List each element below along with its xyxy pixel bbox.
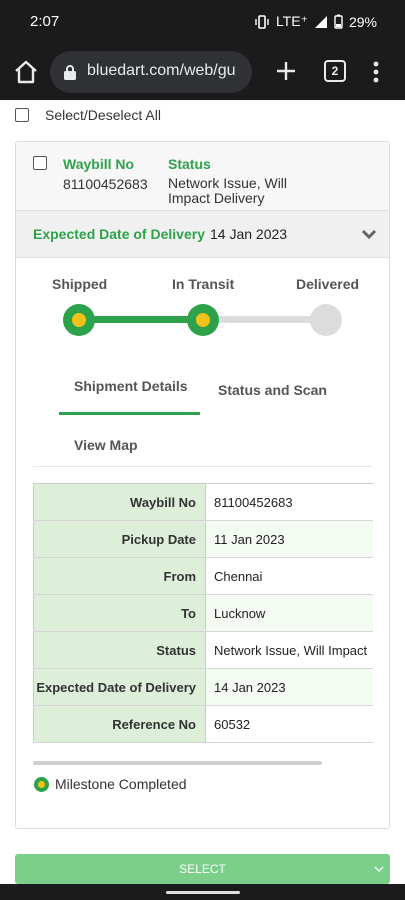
table-row: Expected Date of Delivery 14 Jan 2023	[33, 668, 373, 706]
edd-row[interactable]: Expected Date of Delivery 14 Jan 2023	[16, 210, 389, 258]
battery-icon	[334, 14, 343, 29]
status-value: Network Issue, Will Impact Delivery	[168, 175, 288, 206]
home-icon[interactable]	[12, 58, 40, 86]
stage-dot-shipped	[63, 304, 95, 336]
waybill-label: Waybill No	[63, 156, 135, 172]
row-value: 14 Jan 2023	[205, 668, 373, 706]
select-all-label: Select/Deselect All	[45, 107, 161, 123]
signal-icon	[314, 15, 327, 28]
select-all-checkbox[interactable]	[15, 108, 29, 122]
active-tab-indicator	[59, 412, 200, 415]
row-key: Reference No	[33, 705, 206, 743]
network-type: LTE⁺	[275, 13, 308, 29]
chevron-down-icon[interactable]	[361, 228, 377, 240]
table-row: From Chennai	[33, 557, 373, 595]
gesture-nav-bar	[0, 884, 405, 900]
row-key: Pickup Date	[33, 520, 206, 558]
stage-label-in-transit: In Transit	[172, 276, 235, 292]
tab-view-map[interactable]: View Map	[74, 437, 138, 453]
chevron-down-icon	[374, 866, 384, 872]
shipment-details-table: Waybill No 81100452683 Pickup Date 11 Jan …	[33, 483, 373, 743]
row-value: Lucknow	[205, 594, 373, 632]
row-value: 11 Jan 2023	[205, 520, 373, 558]
progress-line-completed	[79, 316, 203, 323]
home-gesture-handle[interactable]	[166, 891, 240, 894]
lock-icon	[64, 65, 76, 80]
row-key: Expected Date of Delivery	[33, 668, 206, 706]
select-button-label: SELECT	[179, 862, 226, 876]
row-value: 60532	[205, 705, 373, 743]
more-menu-icon[interactable]	[368, 58, 384, 86]
row-key: Status	[33, 631, 206, 669]
url-text: bluedart.com/web/gu	[87, 62, 236, 79]
stage-label-shipped: Shipped	[52, 276, 108, 292]
edd-value: 14 Jan 2023	[210, 226, 288, 242]
vibrate-icon	[255, 14, 269, 29]
row-key: To	[33, 594, 206, 632]
stage-dot-delivered	[310, 304, 342, 336]
status-bar: 2:07 LTE⁺ 29%	[0, 0, 405, 44]
legend: Milestone Completed	[34, 776, 187, 792]
battery-level: 29%	[348, 13, 377, 30]
edd-label: Expected Date of Delivery	[33, 226, 205, 242]
row-value: 81100452683	[205, 483, 373, 521]
stage-dot-in-transit	[187, 304, 219, 336]
table-row: Waybill No 81100452683	[33, 483, 373, 521]
tab-shipment-details[interactable]: Shipment Details	[74, 378, 188, 394]
row-value: Chennai	[205, 557, 373, 595]
stage-label-delivered: Delivered	[296, 276, 360, 292]
browser-toolbar: bluedart.com/web/gu 2	[0, 44, 405, 100]
select-dropdown-button[interactable]: SELECT	[15, 854, 390, 884]
tab-switcher-button[interactable]: 2	[324, 60, 346, 82]
status-time: 2:07	[30, 13, 60, 30]
row-key: From	[33, 557, 206, 595]
row-value: Network Issue, Will Impact	[205, 631, 373, 669]
table-row: Pickup Date 11 Jan 2023	[33, 520, 373, 558]
card-header: Waybill No 81100452683 Status Network Is…	[16, 142, 389, 210]
new-tab-icon[interactable]	[273, 58, 299, 84]
status-icons: LTE⁺ 29%	[254, 13, 377, 30]
waybill-value: 81100452683	[63, 176, 148, 192]
shipment-checkbox[interactable]	[33, 156, 47, 170]
legend-label: Milestone Completed	[55, 776, 187, 792]
address-bar[interactable]: bluedart.com/web/gu	[50, 51, 252, 93]
tab-status-and-scan[interactable]: Status and Scan	[218, 382, 327, 398]
row-key: Waybill No	[33, 483, 206, 521]
status-label: Status	[168, 156, 211, 172]
select-all-row[interactable]: Select/Deselect All	[15, 107, 161, 123]
table-row: Reference No 60532	[33, 705, 373, 743]
table-row: Status Network Issue, Will Impact	[33, 631, 373, 669]
tab-divider	[33, 466, 373, 467]
progress-line-pending	[203, 316, 326, 323]
table-row: To Lucknow	[33, 594, 373, 632]
milestone-icon	[34, 776, 49, 792]
table-scrollbar[interactable]	[33, 761, 322, 765]
